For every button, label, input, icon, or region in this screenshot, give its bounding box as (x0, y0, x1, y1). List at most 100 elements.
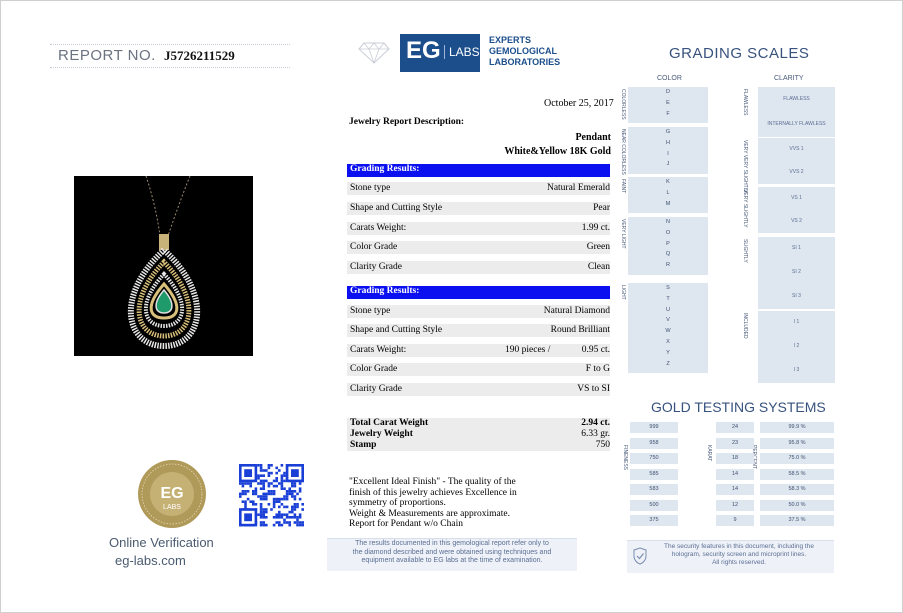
pendant-image (127, 175, 201, 350)
diamond-row: Carats Weight: 190 pieces / 0.95 ct. (347, 344, 610, 357)
gold-percent-cell: 58.5 % (760, 468, 834, 480)
diamond-row: Stone type Natural Diamond (347, 305, 610, 318)
clarity-grade: SI 1 (792, 245, 801, 251)
row-pieces: 190 pieces / (505, 345, 551, 355)
clarity-grade: VVS 1 (789, 145, 804, 152)
gold-fineness-cell: 585 (630, 468, 678, 480)
note-line: "Excellent Ideal Finish" - The quality o… (349, 477, 516, 487)
row-value: 750 (595, 440, 610, 450)
row-label: Clarity Grade (350, 384, 402, 394)
diamond-row: Shape and Cutting Style Round Brilliant (347, 324, 610, 337)
clarity-grade: I 1 (793, 319, 800, 325)
online-verification-label: Online Verification (109, 535, 214, 550)
color-scale-header: COLOR (657, 75, 682, 82)
emerald-row: Stone type Natural Emerald (347, 182, 610, 195)
row-value: Natural Diamond (543, 306, 610, 316)
gold-karat-cell: 12 (716, 499, 754, 511)
total-row: Jewelry Weight 6.33 gr. (347, 429, 610, 440)
color-grade-letter: H (666, 139, 670, 146)
clarity-group-label: VERY SLIGHTLY (742, 189, 748, 228)
gold-karat-cell: 14 (716, 468, 754, 480)
note-line: finish of this jewelry achieves Excellen… (349, 487, 517, 498)
logo-labs-text: LABS (444, 45, 480, 59)
color-grade-letter: L (666, 189, 670, 196)
color-group-label: LIGHT (620, 285, 626, 300)
row-value: F to G (585, 364, 610, 374)
row-label: Stone type (350, 306, 391, 316)
description-item: Pendant (575, 132, 611, 143)
logo-line2: GEMOLOGICAL (489, 46, 557, 56)
clarity-group-box (758, 87, 835, 137)
emerald-row: Color Grade Green (347, 241, 610, 254)
clarity-grade: VS 1 (791, 194, 802, 201)
gold-karat-cell: 14 (716, 484, 754, 495)
emerald-row: Carats Weight: 1.99 ct. (347, 222, 610, 235)
clarity-grade: INTERNALLY FLAWLESS (767, 120, 826, 127)
row-value: Green (586, 242, 610, 252)
gold-fineness-cell: 958 (630, 437, 678, 449)
row-label: Stone type (350, 183, 391, 193)
color-grade-letter: K (666, 179, 670, 185)
report-number-bar: REPORT NO. J5726211529 (50, 44, 290, 68)
gold-karat-cell: 24 (716, 422, 754, 433)
gold-percent-cell: 99.9 % (760, 422, 834, 433)
color-grade-letter: N (666, 219, 670, 225)
karat-axis-label: KARAT (706, 445, 712, 462)
emerald-results-header: Grading Results: (347, 164, 610, 177)
row-label: Shape and Cutting Style (350, 203, 443, 213)
gold-percent-cell: 37.5 % (760, 515, 834, 526)
gold-fineness-cell: 750 (630, 453, 678, 464)
diamond-icon (358, 42, 390, 64)
note-line: symmetry of proportions. (349, 498, 446, 508)
emerald-row: Clarity Grade Clean (347, 261, 610, 274)
diamond-row: Clarity Grade VS to SI (347, 383, 610, 396)
color-grade-letter: Q (665, 251, 671, 258)
security-line: The security features in this document, … (664, 543, 814, 550)
fineness-axis-label: FINENESS (622, 445, 628, 471)
color-grade-letter: M (665, 200, 671, 207)
color-grade-letter: E (666, 99, 670, 106)
row-value: Natural Emerald (546, 183, 610, 193)
eg-labs-logo: EG LABS (400, 34, 480, 72)
qr-code[interactable] (238, 463, 306, 527)
clarity-grade: I 2 (793, 343, 800, 349)
security-line: All rights reserved. (712, 559, 766, 566)
logo-line3: LABORATORIES (489, 57, 561, 67)
row-value: 1.99 ct. (581, 223, 610, 233)
note-line: Weight & Measurements are approximate. (349, 508, 510, 519)
gold-percent-cell: 50.0 % (760, 499, 834, 511)
diamond-row: Color Grade F to G (347, 363, 610, 376)
disclaimer-text: The results documented in this gemologic… (327, 540, 577, 566)
color-grade-letter: T (666, 295, 670, 302)
clarity-scale-header: CLARITY (774, 75, 804, 82)
row-label: Stamp (350, 440, 377, 450)
color-grade-letter: G (665, 129, 671, 135)
report-number-value: J5726211529 (164, 48, 235, 63)
total-row: Stamp 750 (347, 440, 610, 451)
color-grade-letter: F (666, 110, 670, 117)
gold-fineness-cell: 583 (630, 484, 678, 495)
report-date: October 25, 2017 (544, 98, 614, 109)
disclaimer-box: The results documented in this gemologic… (327, 538, 577, 571)
clarity-group-label: SLIGHTLY (742, 239, 748, 263)
gold-percent-cell: 75.0 % (760, 453, 834, 464)
seal-eg-text: EG (160, 485, 183, 502)
row-label: Clarity Grade (350, 262, 402, 272)
gold-percent-cell: 95.8 % (760, 437, 834, 449)
verification-url[interactable]: eg-labs.com (115, 553, 186, 568)
diamond-header-text: Grading Results: (350, 286, 420, 296)
row-value: 2.94 ct. (581, 418, 610, 428)
row-value: Round Brilliant (550, 325, 610, 335)
security-text: The security features in this document, … (649, 543, 829, 567)
logo-line1: EXPERTS (489, 35, 532, 45)
gold-testing-title: GOLD TESTING SYSTEMS (651, 399, 826, 415)
emerald-header-text: Grading Results: (350, 164, 420, 174)
clarity-grade: FLAWLESS (783, 95, 810, 102)
color-grade-letter: V (666, 317, 670, 324)
color-grade-letter: U (666, 306, 670, 313)
row-value: VS to SI (577, 384, 610, 394)
emerald-row: Shape and Cutting Style Pear (347, 202, 610, 215)
shield-icon (633, 547, 647, 565)
disclaimer-line: the diamond described and were obtained … (352, 548, 552, 556)
clarity-grade: VVS 2 (789, 168, 804, 175)
